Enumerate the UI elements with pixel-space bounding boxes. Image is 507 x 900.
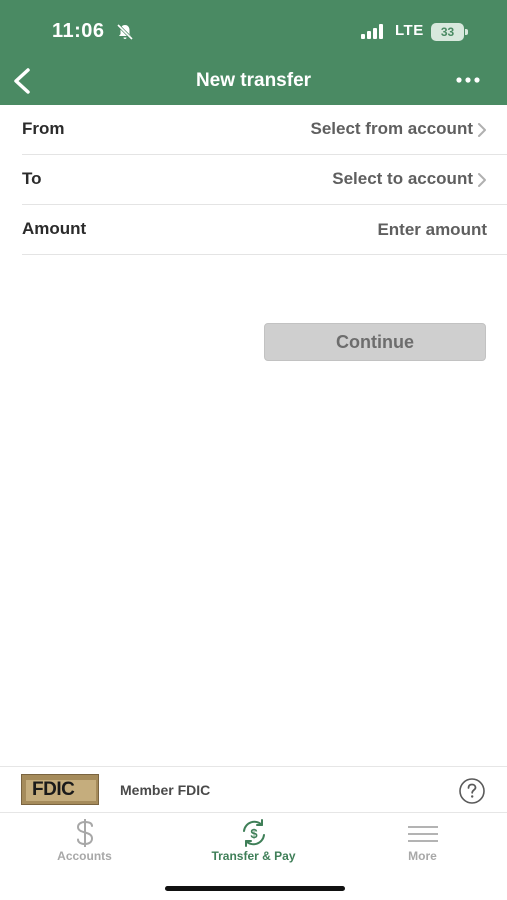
fdic-logo: FDIC [21,774,99,805]
tab-accounts[interactable]: Accounts [0,813,169,873]
app-header: 11:06 LTE 33 New transfer [0,0,507,105]
amount-row: Amount [22,205,507,255]
member-fdic-text: Member FDIC [120,782,211,798]
from-account-value: Select from account [310,119,474,138]
chevron-right-icon [478,123,486,137]
tab-transfer-pay[interactable]: $ Transfer & Pay [169,813,338,873]
continue-button[interactable]: Continue [264,323,486,361]
from-account-row[interactable]: From Select from account [22,105,507,155]
battery-icon: 33 [431,23,469,41]
chevron-right-icon [478,173,486,187]
tab-bar: Accounts $ Transfer & Pay More [0,813,507,900]
page-title: New transfer [195,70,312,91]
network-type: LTE [395,22,424,39]
tab-label-transfer-pay: Transfer & Pay [211,849,296,863]
amount-label: Amount [22,219,87,238]
bell-slash-icon [116,23,134,41]
tab-label-more: More [408,849,437,863]
home-indicator [165,886,345,891]
from-label: From [22,119,65,138]
to-label: To [22,169,42,188]
transfer-form: From Select from account To Select to ac… [22,105,507,255]
tab-more[interactable]: More [338,813,507,873]
transfer-dollar-icon: $ [243,819,265,847]
battery-tip [465,29,468,35]
to-account-value: Select to account [332,169,473,188]
signal-icon [361,24,383,39]
battery-level: 33 [440,25,455,39]
fdic-logo-text: FDIC [32,779,75,800]
svg-text:$: $ [250,826,258,841]
more-options-button[interactable] [450,68,486,92]
tab-label-accounts: Accounts [57,849,112,863]
status-time: 11:06 [52,20,105,42]
to-account-row[interactable]: To Select to account [22,155,507,205]
fdic-bar: FDIC Member FDIC [0,766,507,813]
dollar-icon [76,819,94,847]
question-circle-icon[interactable] [458,777,486,805]
amount-input[interactable] [237,217,487,243]
status-bar: 11:06 LTE 33 [0,0,507,60]
menu-icon [408,826,438,842]
